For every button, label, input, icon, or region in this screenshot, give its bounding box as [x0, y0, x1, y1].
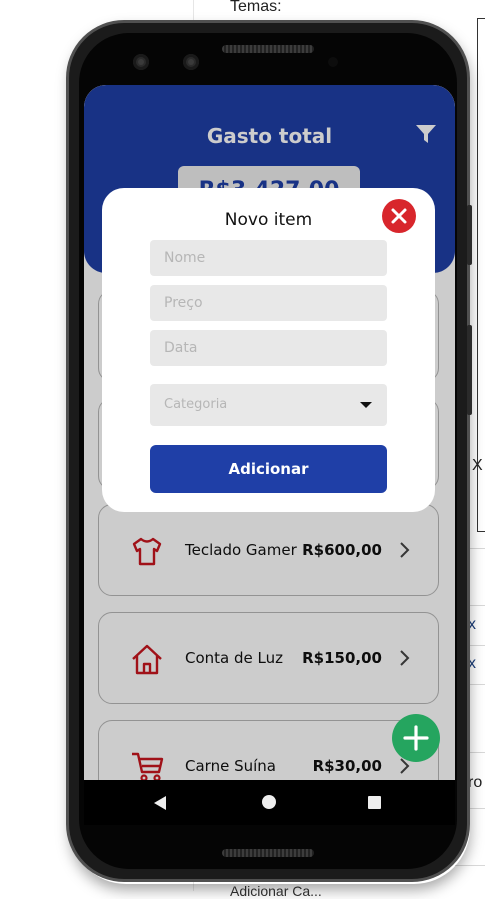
front-camera-icon — [133, 54, 149, 70]
category-select[interactable]: Categoria — [150, 384, 387, 426]
front-camera-icon — [183, 54, 199, 70]
background-temas-label: Temas: — [230, 0, 282, 15]
category-placeholder: Categoria — [164, 397, 228, 412]
phone-bottom-speaker — [222, 849, 314, 857]
plus-icon — [403, 725, 429, 751]
app-screen: Gasto total R$3.427,00 Teclado Gamer R$6… — [84, 85, 455, 825]
phone-top-speaker — [222, 45, 314, 53]
android-nav-bar — [84, 780, 455, 825]
new-item-modal: Novo item Nome Preço Data Categoria Adic… — [102, 188, 435, 512]
name-field[interactable]: Nome — [150, 240, 387, 276]
close-icon — [391, 208, 407, 224]
back-icon[interactable] — [154, 796, 166, 810]
chevron-down-icon — [360, 402, 372, 408]
date-field[interactable]: Data — [150, 330, 387, 366]
background-panel — [477, 18, 485, 532]
price-placeholder: Preço — [164, 295, 203, 311]
phone-side-button — [467, 325, 472, 415]
add-item-fab[interactable] — [392, 714, 440, 762]
proximity-sensor — [328, 57, 338, 67]
home-icon[interactable] — [262, 795, 276, 809]
close-button[interactable] — [382, 199, 416, 233]
background-bottom-text: Adicionar Ca... — [230, 883, 322, 899]
date-placeholder: Data — [164, 340, 198, 356]
background-fragment: X — [472, 457, 483, 474]
price-field[interactable]: Preço — [150, 285, 387, 321]
add-button[interactable]: Adicionar — [150, 445, 387, 493]
name-placeholder: Nome — [164, 250, 206, 266]
phone-side-button — [467, 205, 472, 265]
background-fragment: ro — [468, 774, 483, 791]
recents-icon[interactable] — [368, 796, 381, 809]
background-row-line — [455, 865, 485, 866]
add-button-label: Adicionar — [228, 460, 309, 478]
